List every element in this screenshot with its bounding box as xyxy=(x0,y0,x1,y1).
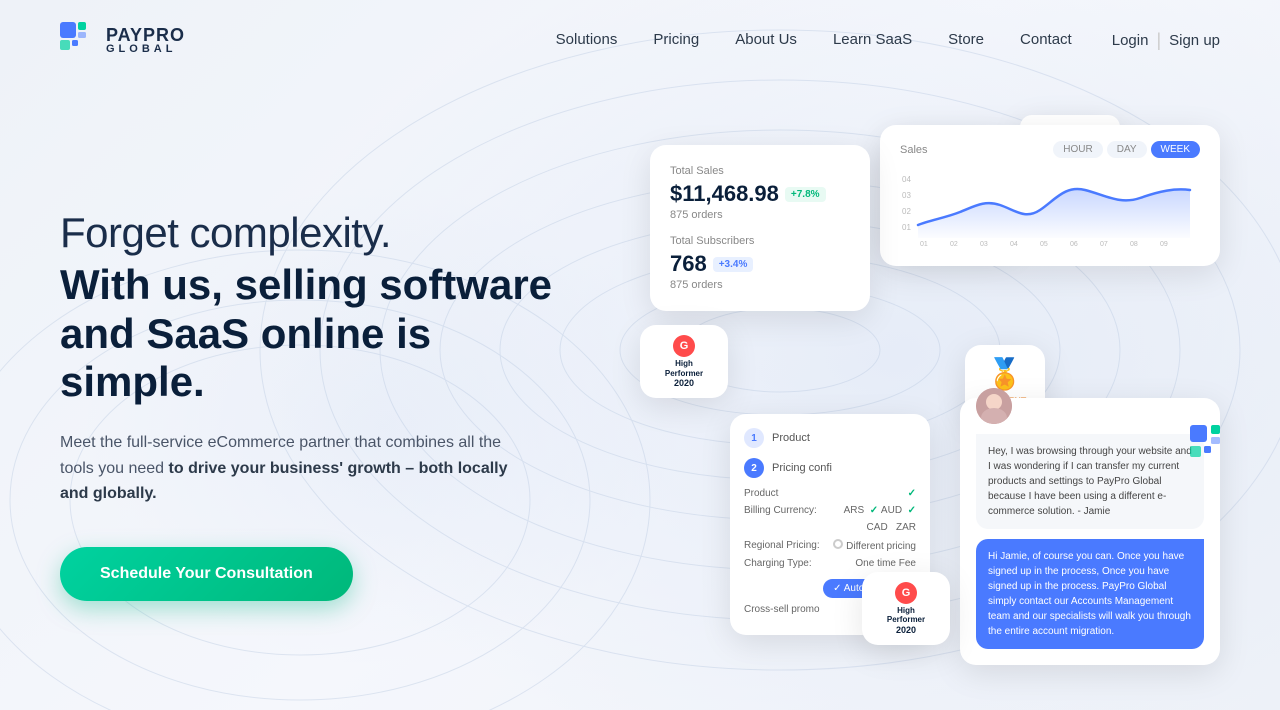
dashboard-mockups: G Leader For 2020 Overview 45% Sales HOU… xyxy=(620,115,1220,695)
sales-badge: +7.8% xyxy=(785,187,826,202)
nav-store[interactable]: Store xyxy=(948,31,984,48)
svg-text:07: 07 xyxy=(1100,241,1108,248)
svg-text:08: 08 xyxy=(1130,241,1138,248)
login-link[interactable]: Login xyxy=(1112,32,1149,49)
hero-tagline: Forget complexity. xyxy=(60,209,580,257)
svg-text:03: 03 xyxy=(902,191,911,200)
hero-description: Meet the full-service eCommerce partner … xyxy=(60,430,520,507)
signup-link[interactable]: Sign up xyxy=(1169,32,1220,49)
chart-area: 04 03 02 01 01 02 03 04 05 06 07 08 09 xyxy=(900,170,1200,250)
nav-pricing[interactable]: Pricing xyxy=(653,31,699,48)
svg-text:06: 06 xyxy=(1070,241,1078,248)
svg-text:01: 01 xyxy=(902,223,911,232)
nav-about[interactable]: About Us xyxy=(735,31,797,48)
logo[interactable]: PAYPRO GLOBAL xyxy=(60,22,185,58)
auth-divider: | xyxy=(1156,30,1161,51)
svg-text:02: 02 xyxy=(950,241,958,248)
chat-avatar xyxy=(976,388,1012,424)
svg-text:01: 01 xyxy=(920,241,928,248)
high-performer-badge-bottom: G HighPerformer 2020 xyxy=(862,572,950,645)
nav-auth: Login | Sign up xyxy=(1112,30,1220,51)
high-performer-badge-left: G HighPerformer 2020 xyxy=(640,325,728,398)
nav-solutions[interactable]: Solutions xyxy=(556,31,618,48)
chart-tab-day[interactable]: DAY xyxy=(1107,141,1147,158)
sales-card: Total Sales $11,468.98 +7.8% 875 orders … xyxy=(650,145,870,311)
hp-g2-icon: G xyxy=(673,335,695,357)
hp-g2-icon-2: G xyxy=(895,582,917,604)
svg-text:04: 04 xyxy=(902,175,911,184)
chart-card: Sales HOUR DAY WEEK 04 xyxy=(880,125,1220,266)
pricing-step-1: 1 Product xyxy=(744,428,916,448)
chat-message-outgoing: Hi Jamie, of course you can. Once you ha… xyxy=(976,539,1204,649)
svg-text:04: 04 xyxy=(1010,241,1018,248)
chart-tab-hour[interactable]: HOUR xyxy=(1053,141,1102,158)
svg-text:02: 02 xyxy=(902,207,911,216)
nav-contact[interactable]: Contact xyxy=(1020,31,1072,48)
chart-tab-week[interactable]: WEEK xyxy=(1151,141,1200,158)
chart-header: Sales HOUR DAY WEEK xyxy=(900,141,1200,158)
logo-icon xyxy=(60,22,96,58)
nav-links: Solutions Pricing About Us Learn SaaS St… xyxy=(556,31,1072,49)
chart-tabs: HOUR DAY WEEK xyxy=(1053,141,1200,158)
hero-content: Forget complexity. With us, selling soft… xyxy=(60,209,620,601)
svg-text:09: 09 xyxy=(1160,241,1168,248)
svg-text:05: 05 xyxy=(1040,241,1048,248)
chat-card: Hey, I was browsing through your website… xyxy=(960,398,1220,665)
svg-text:03: 03 xyxy=(980,241,988,248)
floating-logo xyxy=(1190,425,1230,470)
pricing-step-2: 2 Pricing confi xyxy=(744,458,916,478)
cta-button[interactable]: Schedule Your Consultation xyxy=(60,547,353,601)
award-icon: 🏅 xyxy=(977,357,1033,392)
subscribers-badge: +3.4% xyxy=(713,257,754,272)
chat-message-incoming: Hey, I was browsing through your website… xyxy=(976,434,1204,529)
logo-text: PAYPRO GLOBAL xyxy=(106,26,185,55)
chart-svg: 04 03 02 01 01 02 03 04 05 06 07 08 09 xyxy=(900,170,1200,250)
navbar: PAYPRO GLOBAL Solutions Pricing About Us… xyxy=(0,0,1280,80)
nav-learn-saas[interactable]: Learn SaaS xyxy=(833,31,912,48)
hero-section: Forget complexity. With us, selling soft… xyxy=(0,80,1280,710)
hero-title: With us, selling software and SaaS onlin… xyxy=(60,261,580,406)
